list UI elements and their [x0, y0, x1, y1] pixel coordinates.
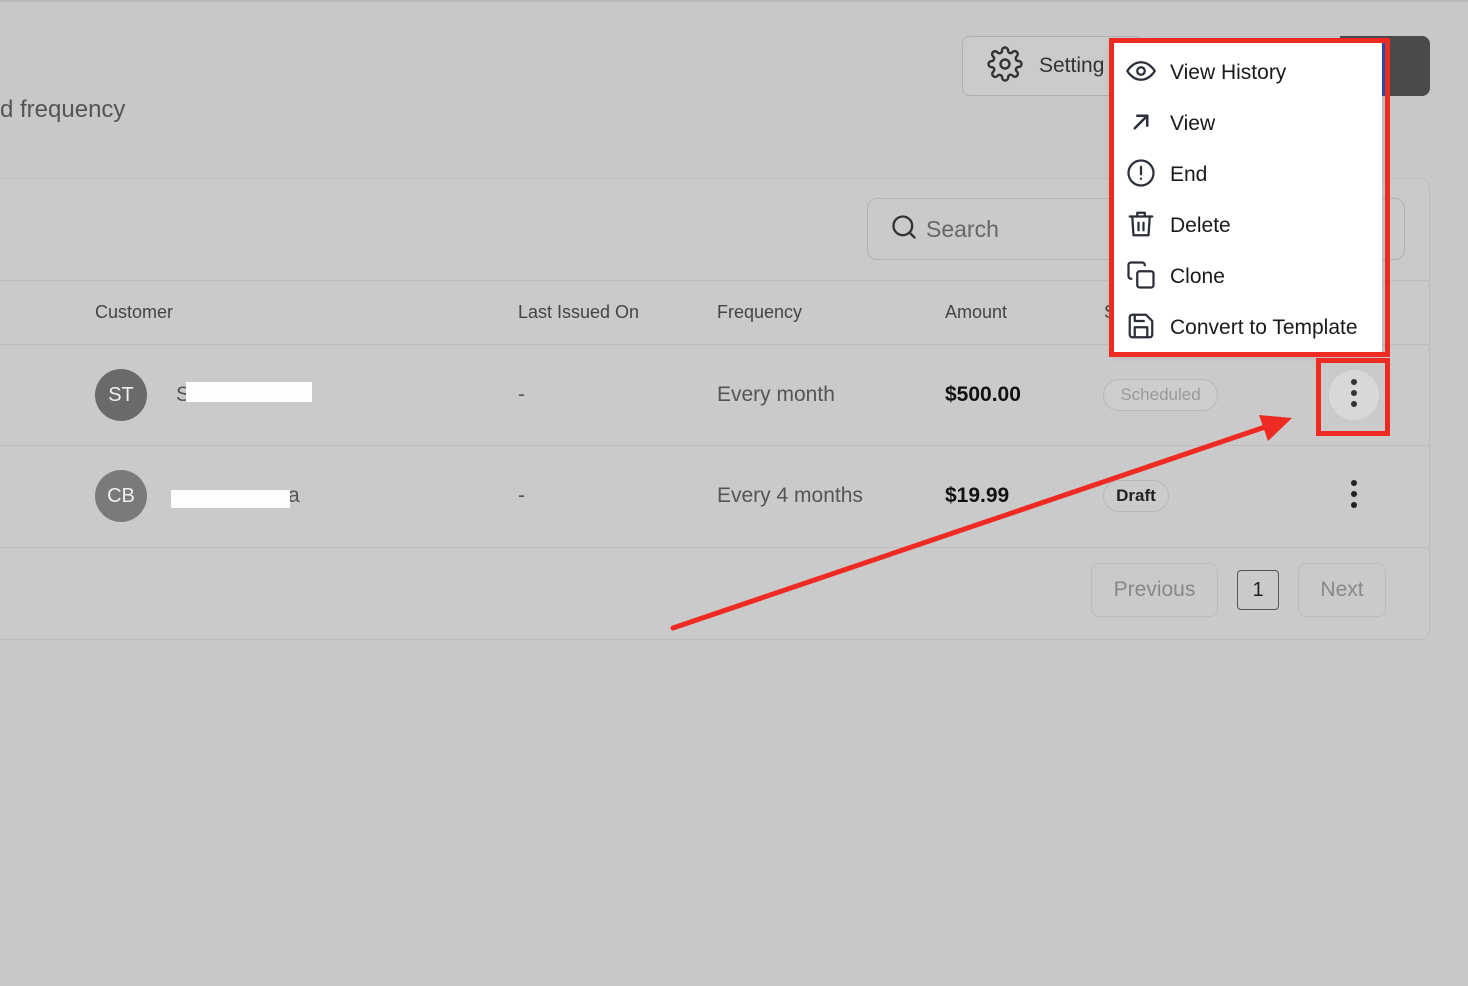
annotation-arrow — [670, 415, 1292, 631]
